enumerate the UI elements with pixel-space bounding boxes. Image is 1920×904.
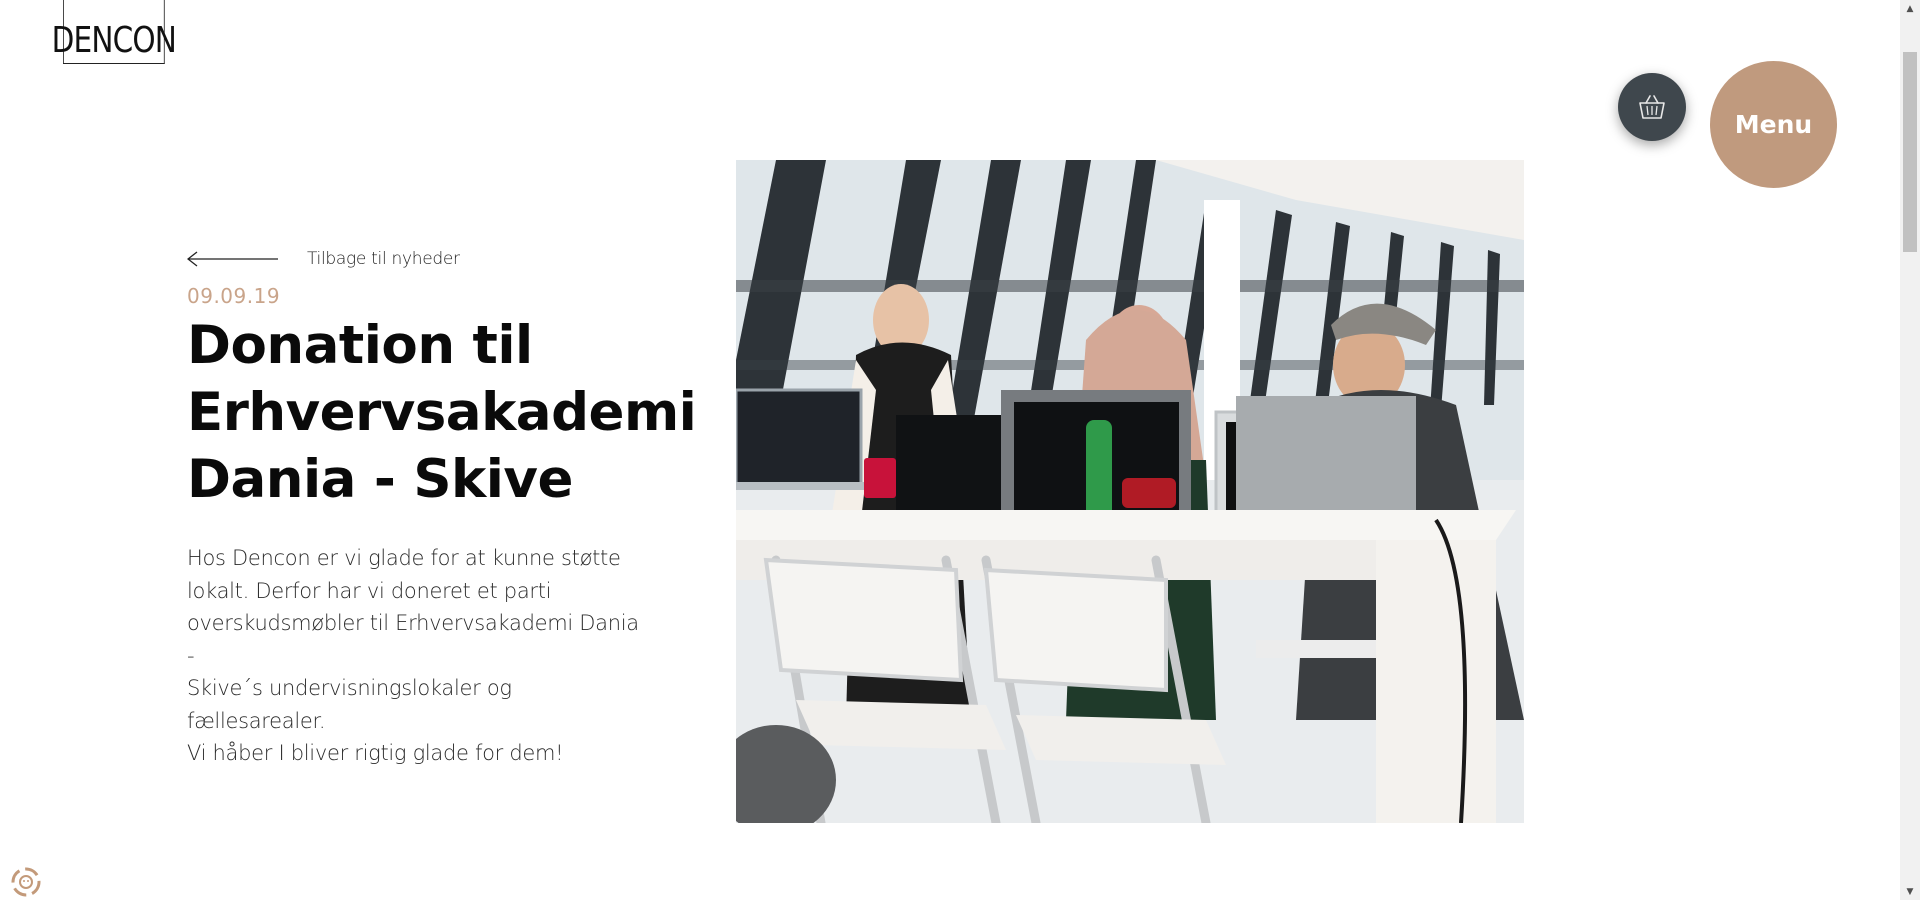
scroll-up-icon[interactable]: ▲	[1900, 0, 1920, 17]
classroom-photo	[736, 160, 1524, 823]
page-scrollbar[interactable]: ▲ ▼	[1900, 0, 1920, 900]
back-to-news-link[interactable]: Tilbage til nyheder	[187, 247, 460, 271]
title-line: Dania - Skive	[187, 449, 573, 510]
basket-icon	[1639, 95, 1665, 119]
article-title: Donation til Erhvervsakademi Dania - Ski…	[187, 312, 707, 513]
body-line: Skive´s undervisningslokaler og fællesar…	[187, 676, 512, 733]
article-photo	[736, 160, 1524, 823]
body-line: lokalt. Derfor har vi doneret et parti	[187, 578, 552, 603]
cookie-settings-icon	[11, 867, 41, 897]
article-date: 09.09.19	[187, 284, 281, 308]
menu-button[interactable]: Menu	[1710, 61, 1837, 188]
body-line: Vi håber I bliver rigtig glade for dem!	[187, 741, 564, 765]
dencon-logo[interactable]: DENCON	[52, 0, 177, 64]
scrollbar-thumb[interactable]	[1903, 52, 1917, 252]
cart-button[interactable]	[1618, 73, 1686, 141]
menu-label: Menu	[1734, 110, 1813, 139]
arrow-left-icon	[187, 251, 278, 267]
body-line: overskudsmøbler til Erhvervsakademi Dani…	[187, 611, 639, 668]
title-line: Erhvervsakademi	[187, 382, 697, 443]
logo-text: DENCON	[51, 20, 177, 61]
scroll-down-icon[interactable]: ▼	[1900, 883, 1920, 900]
article-body: Hos Dencon er vi glade for at kunne støt…	[187, 542, 647, 770]
cookie-settings-button[interactable]	[8, 864, 44, 900]
title-line: Donation til	[187, 315, 533, 376]
back-link-label: Tilbage til nyheder	[307, 249, 460, 269]
body-line: Hos Dencon er vi glade for at kunne støt…	[187, 546, 621, 570]
